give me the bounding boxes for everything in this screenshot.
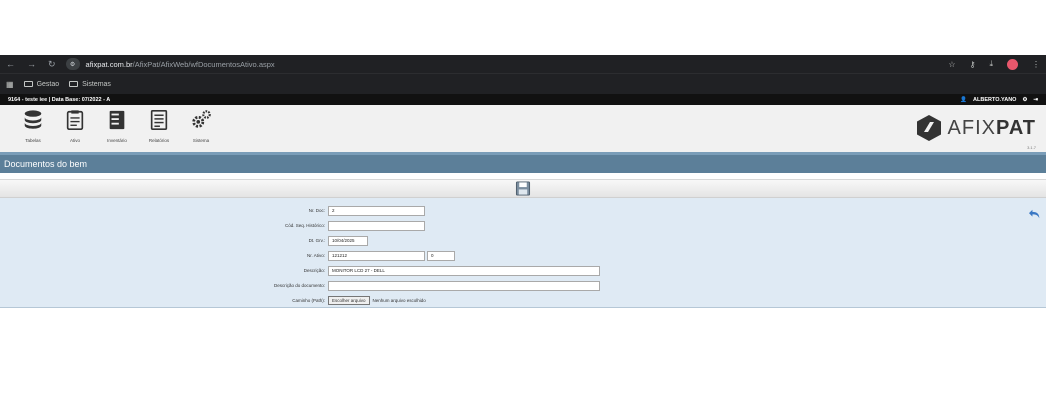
toolbar-relatorios[interactable]: Relatórios — [140, 109, 178, 143]
context-info: 9164 - teste iee | Data Base: 07/2022 - … — [8, 96, 111, 103]
username[interactable]: ALBERTO.YANO — [973, 97, 1016, 103]
action-bar — [0, 179, 1046, 198]
descricao-doc-input[interactable] — [328, 280, 600, 291]
row-nr-doc: Nr. Doc: 2 — [0, 203, 1046, 218]
document-form: Nr. Doc: 2 Cód. Seq. Histórico: Dt. Grv.… — [0, 198, 1046, 308]
afixpat-logo: AFIXPAT 3.1.7 — [916, 114, 1036, 150]
key-icon[interactable]: ⚷ — [970, 60, 976, 69]
row-dt-grv: Dt. Grv.: 10/04/2025 — [0, 233, 1046, 248]
file-picker: Escolher arquivo Nenhum arquivo escolhid… — [328, 296, 426, 305]
descricao-label: Descrição: — [303, 268, 325, 273]
folder-icon — [23, 81, 33, 87]
logout-icon[interactable]: ⇥ — [1033, 97, 1038, 103]
toolbar-tabelas[interactable]: Tabelas — [14, 109, 52, 143]
app-status-bar: 9164 - teste iee | Data Base: 07/2022 - … — [0, 94, 1046, 105]
nr-ativo-sub-input[interactable]: 0 — [427, 250, 455, 261]
toolbar-inventario[interactable]: Inventário — [98, 109, 136, 143]
caminho-label: Caminho (Path): — [292, 298, 325, 303]
url-host: afixpat.com.br — [85, 59, 133, 69]
url-box[interactable]: ⚙ afixpat.com.br/AfixPat/AfixWeb/wfDocum… — [65, 58, 275, 70]
back-arrow-icon[interactable]: ← — [6, 59, 15, 70]
toolbar-sistema[interactable]: Sistema — [182, 109, 220, 143]
undo-icon[interactable] — [1028, 208, 1042, 220]
database-icon — [24, 110, 42, 129]
page-title: Documentos do bem — [0, 155, 1046, 173]
inventory-icon — [109, 110, 125, 130]
logo-hexagon-icon — [916, 115, 941, 141]
report-icon — [150, 110, 168, 130]
main-toolbar: Tabelas Ativo Inventário Relatórios Sist… — [0, 105, 1046, 155]
bookmark-sistemas[interactable]: Sistemas — [69, 81, 111, 88]
forward-arrow-icon[interactable]: → — [27, 59, 36, 70]
user-area: 👤 ALBERTO.YANO ⚙ ⇥ — [960, 97, 1038, 103]
bookmark-gestao[interactable]: Gestao — [23, 81, 59, 88]
apps-grid-icon[interactable]: ▦ — [6, 80, 14, 89]
gears-icon — [192, 110, 211, 128]
logo-text: AFIXPAT — [947, 116, 1036, 139]
reload-icon[interactable]: ↻ — [48, 59, 56, 70]
row-nr-ativo: Nr. Ativo: 121212 0 — [0, 248, 1046, 263]
gear-icon[interactable]: ⚙ — [1022, 97, 1027, 103]
descricao-doc-label: Descrição do documento: — [273, 283, 325, 288]
save-icon[interactable] — [515, 181, 531, 196]
profile-avatar[interactable] — [1007, 58, 1018, 70]
choose-file-button[interactable]: Escolher arquivo — [328, 296, 370, 305]
bookmarks-bar: ▦ Gestao Sistemas — [0, 73, 1046, 94]
menu-kebab-icon[interactable]: ⋮ — [1032, 60, 1040, 69]
descricao-input[interactable]: MONITOR LCD 27 - DELL — [328, 265, 600, 276]
browser-address-bar: ← → ↻ ⚙ afixpat.com.br/AfixPat/AfixWeb/w… — [0, 55, 1046, 73]
row-descricao-doc: Descrição do documento: — [0, 278, 1046, 293]
row-cod-seq: Cód. Seq. Histórico: — [0, 218, 1046, 233]
site-settings-icon[interactable]: ⚙ — [65, 58, 80, 70]
app-version: 3.1.7 — [1027, 145, 1036, 150]
download-icon[interactable]: ⤓ — [989, 59, 993, 69]
cod-seq-label: Cód. Seq. Histórico: — [284, 223, 325, 228]
screen-top-margin — [0, 0, 1046, 55]
folder-icon — [69, 81, 79, 87]
url-path: /AfixPat/AfixWeb/wfDocumentosAtivo.aspx — [132, 59, 275, 69]
dt-grv-label: Dt. Grv.: — [308, 238, 325, 243]
nr-ativo-label: Nr. Ativo: — [306, 253, 325, 258]
toolbar-ativo[interactable]: Ativo — [56, 109, 94, 143]
nr-doc-label: Nr. Doc: — [308, 208, 325, 213]
browser-actions: ☆ ⚷ ⤓ ⋮ — [948, 58, 1040, 70]
user-icon: 👤 — [960, 96, 968, 103]
clipboard-icon — [66, 110, 84, 130]
nr-doc-input[interactable]: 2 — [328, 205, 425, 216]
star-icon[interactable]: ☆ — [948, 60, 955, 69]
nr-ativo-input[interactable]: 121212 — [328, 250, 425, 261]
browser-nav: ← → ↻ — [6, 59, 56, 70]
row-caminho: Caminho (Path): Escolher arquivo Nenhum … — [0, 293, 1046, 308]
dt-grv-input[interactable]: 10/04/2025 — [328, 235, 368, 246]
row-descricao: Descrição: MONITOR LCD 27 - DELL — [0, 263, 1046, 278]
cod-seq-input[interactable] — [328, 220, 425, 231]
file-status: Nenhum arquivo escolhido — [372, 298, 426, 303]
